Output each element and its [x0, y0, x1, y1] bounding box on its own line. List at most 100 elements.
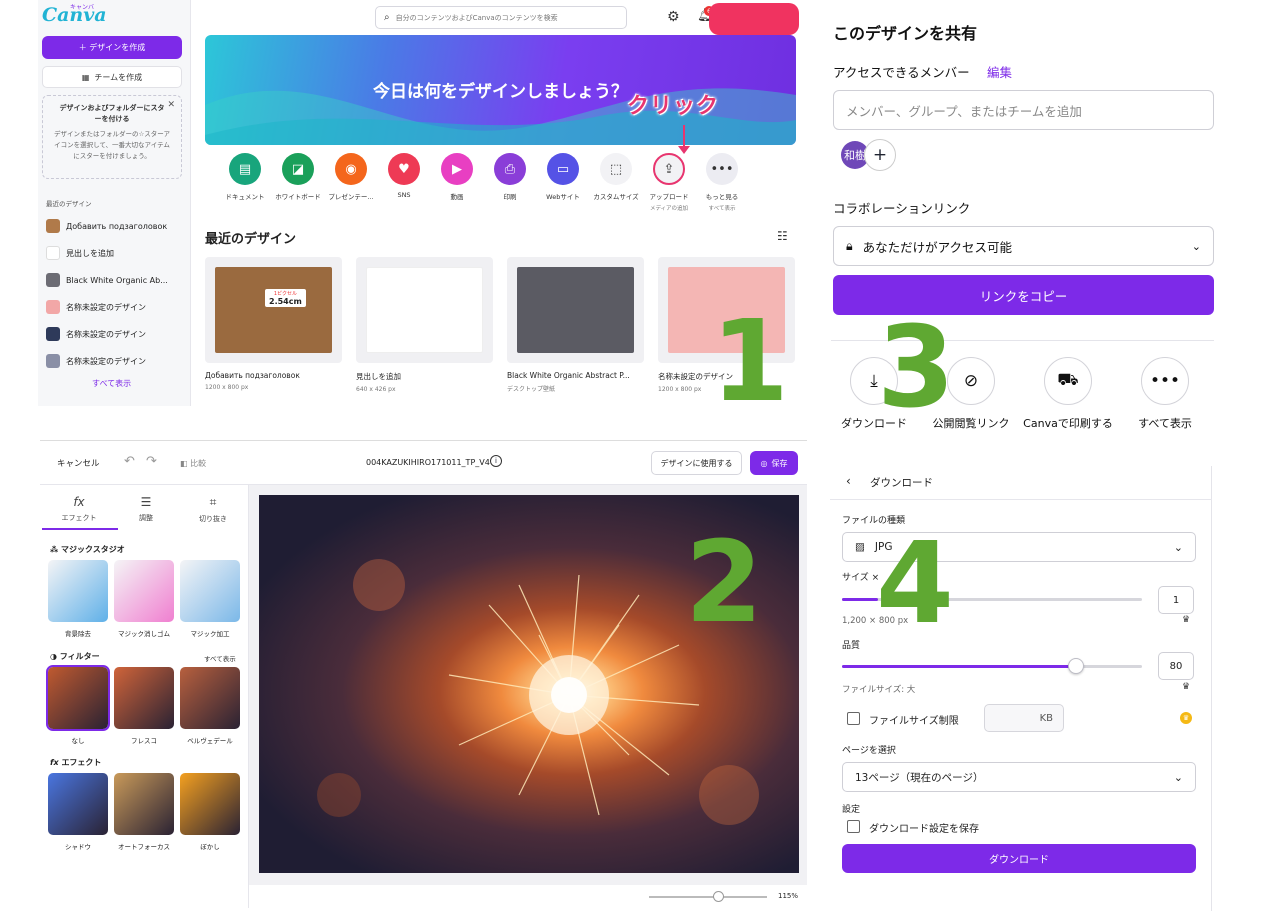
design-type-5[interactable]: ▶ 動画 [427, 153, 487, 201]
add-member-icon[interactable]: + [864, 139, 896, 171]
editor-toolbar: キャンセル ↶ ↷ ◧ 比較 004KAZUKIHIRO171011_TP_V4… [40, 441, 807, 485]
zoom-slider-knob[interactable] [713, 891, 724, 902]
design-type-icon: ◪ [282, 153, 314, 185]
effect-tile[interactable] [180, 773, 240, 835]
recent-design-item[interactable]: Black White Organic Ab... [46, 270, 188, 290]
magic-studio-tile[interactable] [180, 560, 240, 622]
tab-1[interactable]: fx エフェクト [44, 495, 114, 523]
design-type-2[interactable]: ◪ ホワイトボード [268, 153, 328, 201]
recent-design-item[interactable]: 名称未設定のデザイン [46, 351, 188, 371]
design-type-4[interactable]: ♥ SNS [374, 153, 434, 199]
recent-design-item[interactable]: 名称未設定のデザイン [46, 297, 188, 317]
back-arrow-icon[interactable]: ‹ [846, 474, 851, 488]
design-type-label: 動画 [450, 193, 464, 201]
create-team-button[interactable]: ▦ チームを作成 [42, 66, 182, 88]
design-thumbnail [46, 273, 60, 287]
sidebar: Canva キャンバ ＋ デザインを作成 ▦ チームを作成 ✕ デザインおよびフ… [38, 0, 191, 406]
magic-studio-label: マジック加工 [190, 630, 230, 638]
design-card-size: 640 x 426 px [356, 386, 396, 393]
info-icon[interactable]: i [490, 455, 502, 467]
save-button[interactable]: ◎ 保存 [750, 451, 798, 475]
see-all-link[interactable]: すべて表示 [92, 378, 131, 389]
magic-studio-tile[interactable] [114, 560, 174, 622]
design-type-9[interactable]: ⇪ アップロード メディアの追加 [639, 153, 699, 212]
filter-tile[interactable] [46, 665, 110, 731]
create-team-label: チームを作成 [94, 72, 143, 82]
magic-studio-tile[interactable] [48, 560, 108, 622]
design-type-3[interactable]: ◉ プレゼンテー... [321, 153, 381, 201]
magic-icon: ⁂ [50, 545, 61, 554]
quality-label: 品質 [842, 641, 861, 651]
share-option-4[interactable]: ••• すべて表示 [1120, 357, 1210, 431]
share-option-icon: ⛟ [1044, 357, 1092, 405]
create-design-button[interactable]: ＋ デザインを作成 [42, 36, 182, 59]
kb-input[interactable]: KB [984, 704, 1064, 732]
chevron-down-icon: ⌄ [1173, 770, 1183, 784]
design-type-icon: ♥ [388, 153, 420, 185]
effect-tile[interactable] [114, 773, 174, 835]
save-settings-label: ダウンロード設定を保存 [869, 824, 979, 835]
magic-studio-label: 背景除去 [65, 630, 91, 638]
design-type-7[interactable]: ▭ Webサイト [533, 153, 593, 201]
recent-design-item[interactable]: 名称未設定のデザイン [46, 324, 188, 344]
compare-label: 比較 [190, 459, 207, 468]
share-title: このデザインを共有 [833, 24, 978, 43]
compare-icon: ◧ [180, 459, 191, 468]
design-card-image [366, 267, 483, 353]
design-card[interactable]: Black White Organic Abstract P... デスクトップ壁… [507, 257, 644, 393]
save-settings-checkbox[interactable] [847, 820, 860, 833]
recent-design-item[interactable]: Добавить подзаголовок [46, 216, 188, 236]
list-view-icon[interactable]: ☷ [777, 229, 788, 243]
tab-label: 調整 [139, 514, 153, 522]
crown-icon: ♛ [1182, 615, 1191, 625]
recent-design-item[interactable]: 見出しを追加 [46, 243, 188, 263]
use-in-design-button[interactable]: デザインに使用する [651, 451, 742, 475]
member-input[interactable]: メンバー、グループ、またはチームを追加 [833, 90, 1214, 130]
edit-link[interactable]: 編集 [987, 62, 1012, 81]
quality-input[interactable]: 80 [1158, 652, 1194, 680]
recent-design-label: Добавить подзаголовок [66, 221, 168, 231]
pages-dropdown[interactable]: 13ページ（現在のページ） ⌄ [842, 762, 1196, 792]
design-type-10[interactable]: ••• もっと見る すべて表示 [692, 153, 752, 212]
tab-3[interactable]: ⌗ 切り抜き [178, 495, 248, 524]
zoom-slider[interactable] [649, 896, 767, 898]
filter-see-all[interactable]: すべて表示 [204, 653, 236, 663]
filter-label: なし [71, 737, 85, 745]
design-type-icon: ⇪ [653, 153, 685, 185]
tab-2[interactable]: ☰ 調整 [111, 495, 181, 523]
recent-design-label: 見出しを追加 [66, 248, 114, 258]
size-input[interactable]: 1 [1158, 586, 1194, 614]
design-type-8[interactable]: ⬚ カスタムサイズ [586, 153, 646, 201]
design-type-6[interactable]: ⎙ 印刷 [480, 153, 540, 201]
redo-icon[interactable]: ↷ [146, 454, 157, 469]
design-type-1[interactable]: ▤ ドキュメント [215, 153, 275, 201]
check-circle-icon: ◎ [760, 458, 768, 468]
filter-tile[interactable] [180, 667, 240, 729]
step-number-2: 2 [685, 518, 763, 648]
access-dropdown[interactable]: 🔒︎ あなただけがアクセス可能 ⌄ [833, 226, 1214, 266]
collab-link-label: コラボレーションリンク [833, 201, 971, 216]
cancel-button[interactable]: キャンセル [57, 457, 100, 469]
step-number-3: 3 [877, 303, 955, 433]
design-type-sublabel: メディアの追加 [649, 206, 689, 212]
design-type-label: 印刷 [503, 193, 517, 201]
download-button[interactable]: ダウンロード [842, 844, 1196, 873]
tab-icon: ☰ [140, 495, 152, 509]
file-size-limit-checkbox[interactable] [847, 712, 860, 725]
filter-tile[interactable] [114, 667, 174, 729]
save-label: 保存 [771, 458, 788, 468]
quality-slider-knob[interactable] [1068, 658, 1084, 674]
gear-icon[interactable]: ⚙ [667, 9, 680, 25]
measure-overlay: 1ピクセル 2.54cm [265, 289, 306, 307]
design-type-sublabel: すべて表示 [708, 206, 736, 212]
compare-toggle[interactable]: ◧ 比較 [180, 458, 206, 469]
design-card[interactable]: 1ピクセル 2.54cm Добавить подзаголовок 1200 x 8… [205, 257, 342, 391]
effect-tile[interactable] [48, 773, 108, 835]
download-panel: ‹ ダウンロード ファイルの種類 ▨ JPG ⌄ サイズ × 1 1,200 ×… [830, 466, 1212, 911]
close-icon[interactable]: ✕ [167, 100, 175, 110]
design-type-label: プレゼンテー... [328, 193, 374, 201]
share-option-3[interactable]: ⛟ Canvaで印刷する [1023, 357, 1113, 431]
undo-icon[interactable]: ↶ [124, 454, 135, 469]
search-input[interactable]: ⌕ 自分のコンテンツおよびCanvaのコンテンツを検索 [375, 6, 627, 29]
design-card[interactable]: 見出しを追加 640 x 426 px [356, 257, 493, 393]
